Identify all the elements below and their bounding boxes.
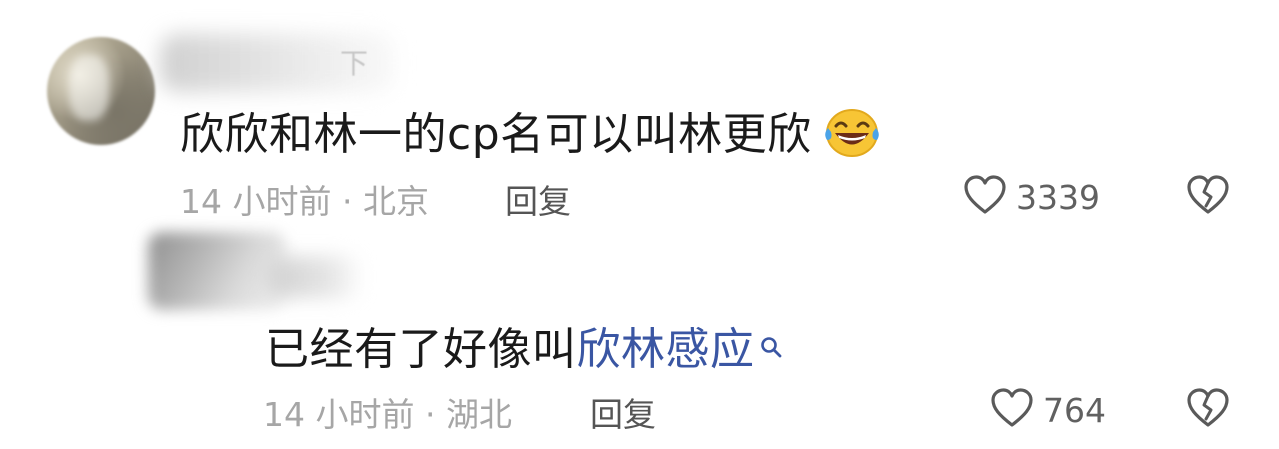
- reply-avatar-blurred[interactable]: [148, 232, 286, 310]
- reply-text-prefix: 已经有了好像叫: [265, 324, 577, 375]
- search-icon[interactable]: [759, 319, 783, 358]
- dislike-button[interactable]: [1185, 387, 1231, 433]
- laughing-tears-emoji-icon: [822, 104, 880, 157]
- avatar[interactable]: [47, 37, 155, 145]
- like-button[interactable]: 764: [989, 387, 1106, 433]
- search-link[interactable]: 欣林感应: [577, 313, 755, 377]
- broken-heart-icon: [1185, 174, 1231, 220]
- reply-comment-text: 已经有了好像叫 欣林感应: [265, 313, 783, 377]
- like-count: 764: [1043, 390, 1106, 430]
- reply-meta: 14 小时前 · 湖北: [263, 395, 512, 434]
- comment-meta: 14 小时前 · 北京: [180, 182, 429, 221]
- reply-button[interactable]: 回复: [505, 175, 571, 223]
- heart-icon: [989, 387, 1035, 433]
- reply-username-blurred[interactable]: [268, 256, 363, 298]
- like-count: 3339: [1016, 177, 1100, 217]
- heart-icon: [962, 174, 1008, 220]
- reply-button[interactable]: 回复: [590, 388, 656, 436]
- broken-heart-icon: [1185, 387, 1231, 433]
- username-blurred-fragment: 下: [340, 47, 369, 80]
- comment-text-content: 欣欣和林一的cp名可以叫林更欣: [180, 109, 812, 160]
- comment-text: 欣欣和林一的cp名可以叫林更欣: [180, 98, 880, 162]
- like-button[interactable]: 3339: [962, 174, 1100, 220]
- dislike-button[interactable]: [1185, 174, 1231, 220]
